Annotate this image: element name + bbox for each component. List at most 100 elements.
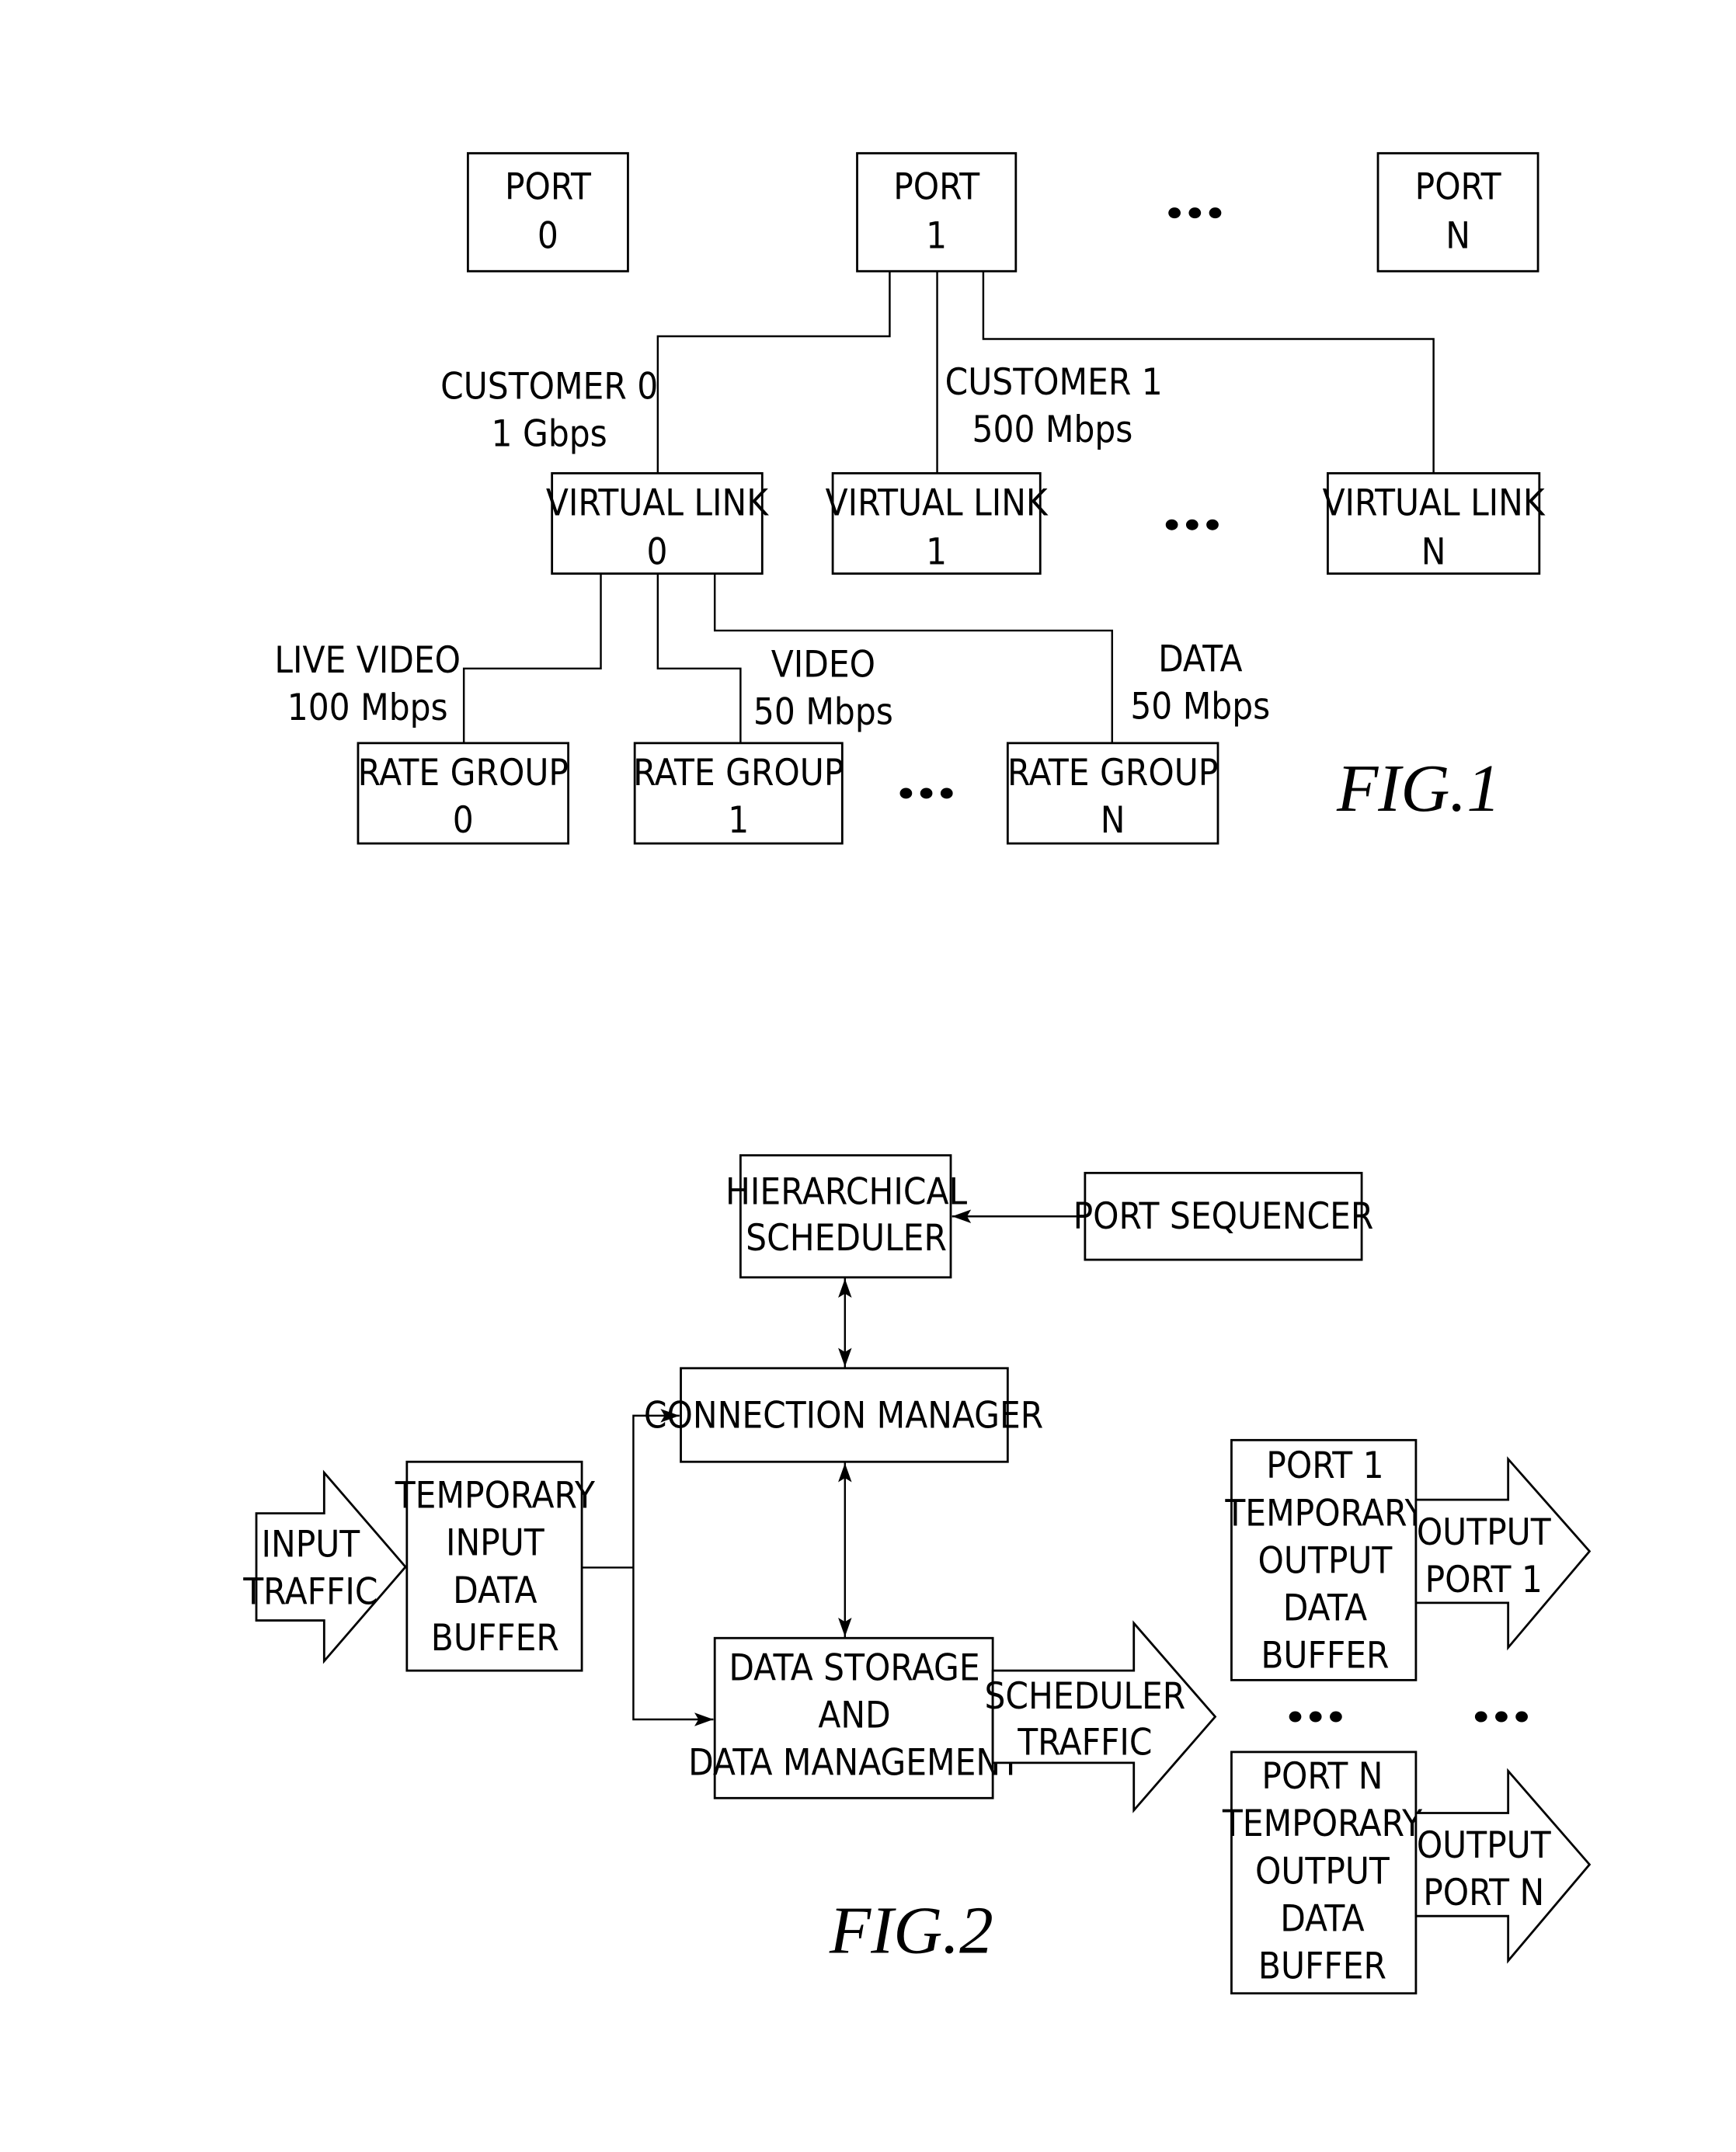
output-portN-label-line-1: OUTPUT	[1417, 1824, 1552, 1867]
rate-group-number: 0	[453, 799, 474, 842]
ellipsis-dot	[940, 787, 953, 799]
wire-vl0-to-rg0	[462, 573, 602, 743]
temporary-input-data-buffer-label-line-2: INPUT	[446, 1522, 545, 1565]
port-number: 1	[926, 215, 947, 258]
temporary-input-data-buffer-box: TEMPORARYINPUT DATA BUFFER	[395, 1460, 596, 1672]
wire-port1-to-vl0	[656, 271, 891, 474]
virtual-link-box-n: VIRTUAL LINK N	[1323, 471, 1546, 575]
hierarchical-scheduler-label-line-2: SCHEDULER	[746, 1217, 947, 1260]
port-box-1: PORT 1	[856, 151, 1018, 273]
traffic-class-data-rate: 50 Mbps	[1130, 685, 1270, 728]
portN-temporary-output-buffer-box: PORT N TEMPORARY OUTPUTDATA BUFFER	[1222, 1750, 1423, 1995]
virtual-link-number: 1	[926, 530, 947, 573]
traffic-class-video-rate: 50 Mbps	[753, 690, 893, 733]
input-traffic-arrow-shape	[255, 1469, 407, 1664]
rate-group-box-0: RATE GROUP 0	[357, 742, 570, 845]
customer-1-rate: 500 Mbps	[972, 408, 1133, 451]
virtual-link-box-1: VIRTUAL LINK 1	[826, 471, 1049, 575]
rate-groups-ellipsis	[899, 787, 953, 799]
fig2-caption: FIG.2	[829, 1892, 993, 1967]
ellipsis-dot	[1209, 207, 1222, 219]
data-storage-management-label-line-1: DATA STORAGE	[729, 1646, 979, 1689]
rate-group-box-n: RATE GROUP N	[1006, 742, 1219, 845]
scheduler-traffic-label-line-1: SCHEDULER	[984, 1675, 1185, 1718]
port-number: N	[1446, 215, 1470, 258]
port1-temporary-output-buffer-label-line-2: TEMPORARY	[1224, 1492, 1425, 1535]
port1-temporary-output-buffer-label-line-5: BUFFER	[1261, 1635, 1389, 1677]
output-port1-label-line-1: OUTPUT	[1417, 1511, 1552, 1554]
portN-temporary-output-buffer-label-line-3: OUTPUT	[1255, 1850, 1390, 1893]
virtual-link-label: VIRTUAL LINK	[1323, 482, 1546, 525]
data-storage-management-label-line-2: AND	[818, 1694, 890, 1737]
customer-0-name: CUSTOMER 0	[440, 365, 658, 408]
output-portN-label-line-2: PORT N	[1423, 1872, 1544, 1914]
rate-group-label: RATE GROUP	[633, 752, 844, 794]
ellipsis-dot	[1474, 1711, 1487, 1723]
virtual-link-number: N	[1421, 530, 1446, 573]
ellipsis-dot	[1330, 1711, 1342, 1723]
ellipsis-dot	[1309, 1711, 1322, 1723]
rate-group-label: RATE GROUP	[1007, 752, 1218, 794]
data-storage-management-box: DATA STORAGE AND DATA MANAGEMENT	[688, 1636, 1021, 1799]
port-label: PORT	[893, 166, 980, 209]
traffic-class-data-name: DATA	[1158, 638, 1242, 680]
ellipsis-dot	[899, 787, 913, 799]
ellipsis-dot	[1165, 519, 1178, 530]
ellipsis-dot	[1289, 1711, 1302, 1723]
port1-temporary-output-buffer-label-line-4: DATA	[1283, 1587, 1367, 1630]
rate-group-number: N	[1101, 799, 1125, 842]
ellipsis-dot	[1206, 519, 1219, 530]
wire-to-connection-manager	[632, 1414, 680, 1568]
output-port1-arrow: OUTPUT PORT 1	[1414, 1456, 1592, 1651]
virtual-links-ellipsis	[1165, 519, 1219, 530]
traffic-class-live-video-rate: 100 Mbps	[287, 687, 448, 729]
portN-temporary-output-buffer-label-line-4: DATA	[1280, 1897, 1364, 1940]
output-ports-ellipsis	[1474, 1711, 1528, 1723]
port1-temporary-output-buffer-label-line-1: PORT 1	[1266, 1445, 1383, 1487]
ports-ellipsis	[1168, 207, 1222, 219]
temporary-input-data-buffer-label-line-1: TEMPORARY	[395, 1475, 596, 1518]
fig2-block-diagram: HIERARCHICALSCHEDULERPORT SEQUENCERCONNE…	[242, 1154, 1592, 1995]
customer-1-name: CUSTOMER 1	[945, 361, 1163, 404]
port-box-n: PORT N	[1376, 151, 1539, 273]
output-port1-label-line-2: PORT 1	[1425, 1559, 1543, 1601]
virtual-link-label: VIRTUAL LINK	[546, 482, 769, 525]
ellipsis-dot	[1168, 207, 1181, 219]
hierarchical-scheduler-box: HIERARCHICALSCHEDULER	[725, 1154, 967, 1279]
output-buffers-ellipsis	[1289, 1711, 1342, 1723]
fig1-hierarchy-diagram: PORT 0 PORT 1 PORT N CUSTOMER 01 Gbps CUSTOMER …	[274, 151, 1546, 845]
ellipsis-dot	[1185, 519, 1199, 530]
input-traffic-arrow: INPUT TRAFFIC	[242, 1469, 407, 1664]
scheduler-traffic-label-line-2: TRAFFIC	[1017, 1721, 1152, 1764]
traffic-class-live-video-name: LIVE VIDEO	[274, 639, 461, 682]
portN-temporary-output-buffer-label-line-5: BUFFER	[1258, 1945, 1386, 1988]
port-label: PORT	[505, 166, 592, 209]
port1-temporary-output-buffer-box: PORT 1 TEMPORARYOUTPUT DATA BUFFER	[1224, 1438, 1426, 1681]
temporary-input-data-buffer-label-line-4: BUFFER	[431, 1617, 559, 1660]
wire-vl0-to-rg1	[656, 573, 742, 743]
ellipsis-dot	[920, 787, 933, 799]
output-portN-arrow: OUTPUT PORT N	[1414, 1768, 1592, 1964]
hierarchical-scheduler-label-line-1: HIERARCHICAL	[725, 1171, 967, 1214]
connection-manager-box: CONNECTION MANAGER	[644, 1367, 1043, 1463]
rate-group-box-1: RATE GROUP 1	[633, 742, 844, 845]
wire-to-data-storage	[632, 1567, 714, 1721]
customer-0-rate: 1 Gbps	[492, 412, 607, 455]
port1-temporary-output-buffer-label-line-3: OUTPUT	[1258, 1539, 1393, 1582]
connection-manager-label-line-1: CONNECTION MANAGER	[644, 1395, 1043, 1438]
traffic-class-video-name: VIDEO	[771, 643, 875, 686]
port-number: 0	[537, 215, 558, 258]
rate-group-label: RATE GROUP	[358, 752, 569, 794]
port-label: PORT	[1415, 166, 1502, 209]
virtual-link-number: 0	[646, 530, 667, 573]
input-traffic-label-line-2: TRAFFIC	[242, 1571, 377, 1614]
portN-temporary-output-buffer-label-line-1: PORT N	[1261, 1755, 1383, 1798]
input-traffic-label-line-1: INPUT	[262, 1523, 361, 1566]
port-box-0: PORT 0	[467, 151, 629, 273]
fig1-caption: FIG.1	[1336, 750, 1501, 826]
ellipsis-dot	[1188, 207, 1202, 219]
patent-drawing-sheet: PORT 0 PORT 1 PORT N CUSTOMER 01 Gbps CUSTOMER …	[242, 151, 1592, 1995]
rate-group-number: 1	[728, 799, 749, 842]
virtual-link-box-0: VIRTUAL LINK 0	[546, 471, 769, 575]
ellipsis-dot	[1495, 1711, 1508, 1723]
